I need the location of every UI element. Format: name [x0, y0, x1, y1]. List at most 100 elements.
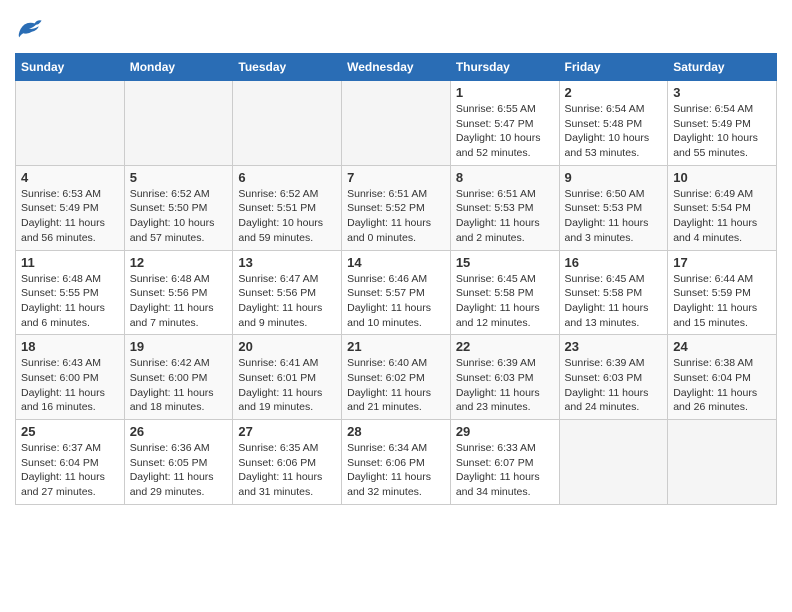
table-row: 10Sunrise: 6:49 AMSunset: 5:54 PMDayligh…	[668, 165, 777, 250]
day-number: 10	[673, 170, 771, 185]
table-row: 15 Sunrise: 6:45 AMSunset: 5:58 PMDayligh…	[450, 250, 559, 335]
table-row: 22 Sunrise: 6:39 AMSunset: 6:03 PMDayligh…	[450, 335, 559, 420]
day-number: 12	[130, 255, 228, 270]
table-row	[16, 81, 125, 166]
table-row: 9 Sunrise: 6:50 AMSunset: 5:53 PMDaylight…	[559, 165, 668, 250]
day-info: Sunrise: 6:45 AMSunset: 5:58 PMDaylight:…	[456, 272, 554, 331]
day-number: 9	[565, 170, 663, 185]
day-info: Sunrise: 6:52 AMSunset: 5:51 PMDaylight:…	[238, 187, 336, 246]
day-info: Sunrise: 6:54 AMSunset: 5:49 PMDaylight:…	[673, 102, 771, 161]
day-info: Sunrise: 6:42 AMSunset: 6:00 PMDaylight:…	[130, 356, 228, 415]
table-row: 24 Sunrise: 6:38 AMSunset: 6:04 PMDayligh…	[668, 335, 777, 420]
day-info: Sunrise: 6:34 AMSunset: 6:06 PMDaylight:…	[347, 441, 445, 500]
day-number: 8	[456, 170, 554, 185]
day-info: Sunrise: 6:51 AMSunset: 5:53 PMDaylight:…	[456, 187, 554, 246]
day-number: 23	[565, 339, 663, 354]
table-row: 26 Sunrise: 6:36 AMSunset: 6:05 PMDayligh…	[124, 420, 233, 505]
table-row: 4 Sunrise: 6:53 AMSunset: 5:49 PMDaylight…	[16, 165, 125, 250]
day-info: Sunrise: 6:48 AMSunset: 5:55 PMDaylight:…	[21, 272, 119, 331]
day-number: 13	[238, 255, 336, 270]
table-row	[668, 420, 777, 505]
day-info: Sunrise: 6:53 AMSunset: 5:49 PMDaylight:…	[21, 187, 119, 246]
day-number: 19	[130, 339, 228, 354]
day-number: 21	[347, 339, 445, 354]
day-number: 29	[456, 424, 554, 439]
day-number: 3	[673, 85, 771, 100]
col-header-tuesday: Tuesday	[233, 54, 342, 81]
col-header-thursday: Thursday	[450, 54, 559, 81]
day-number: 2	[565, 85, 663, 100]
day-number: 1	[456, 85, 554, 100]
day-number: 11	[21, 255, 119, 270]
table-row: 23 Sunrise: 6:39 AMSunset: 6:03 PMDayligh…	[559, 335, 668, 420]
day-info: Sunrise: 6:41 AMSunset: 6:01 PMDaylight:…	[238, 356, 336, 415]
day-info: Sunrise: 6:36 AMSunset: 6:05 PMDaylight:…	[130, 441, 228, 500]
day-info: Sunrise: 6:47 AMSunset: 5:56 PMDaylight:…	[238, 272, 336, 331]
day-info: Sunrise: 6:51 AMSunset: 5:52 PMDaylight:…	[347, 187, 445, 246]
page-header	[15, 15, 777, 43]
day-info: Sunrise: 6:45 AMSunset: 5:58 PMDaylight:…	[565, 272, 663, 331]
table-row: 14 Sunrise: 6:46 AMSunset: 5:57 PMDayligh…	[342, 250, 451, 335]
col-header-monday: Monday	[124, 54, 233, 81]
day-info: Sunrise: 6:54 AMSunset: 5:48 PMDaylight:…	[565, 102, 663, 161]
day-number: 20	[238, 339, 336, 354]
calendar-table: SundayMondayTuesdayWednesdayThursdayFrid…	[15, 53, 777, 505]
day-info: Sunrise: 6:43 AMSunset: 6:00 PMDaylight:…	[21, 356, 119, 415]
day-info: Sunrise: 6:35 AMSunset: 6:06 PMDaylight:…	[238, 441, 336, 500]
table-row: 5 Sunrise: 6:52 AMSunset: 5:50 PMDaylight…	[124, 165, 233, 250]
day-number: 28	[347, 424, 445, 439]
day-number: 14	[347, 255, 445, 270]
day-info: Sunrise: 6:39 AMSunset: 6:03 PMDaylight:…	[565, 356, 663, 415]
day-info: Sunrise: 6:52 AMSunset: 5:50 PMDaylight:…	[130, 187, 228, 246]
table-row: 12 Sunrise: 6:48 AMSunset: 5:56 PMDayligh…	[124, 250, 233, 335]
day-info: Sunrise: 6:46 AMSunset: 5:57 PMDaylight:…	[347, 272, 445, 331]
day-number: 6	[238, 170, 336, 185]
logo-bird-icon	[15, 15, 43, 43]
col-header-saturday: Saturday	[668, 54, 777, 81]
day-number: 24	[673, 339, 771, 354]
day-number: 22	[456, 339, 554, 354]
table-row: 25 Sunrise: 6:37 AMSunset: 6:04 PMDayligh…	[16, 420, 125, 505]
day-info: Sunrise: 6:48 AMSunset: 5:56 PMDaylight:…	[130, 272, 228, 331]
table-row: 3 Sunrise: 6:54 AMSunset: 5:49 PMDaylight…	[668, 81, 777, 166]
day-number: 27	[238, 424, 336, 439]
day-info: Sunrise: 6:40 AMSunset: 6:02 PMDaylight:…	[347, 356, 445, 415]
day-info: Sunrise: 6:50 AMSunset: 5:53 PMDaylight:…	[565, 187, 663, 246]
table-row: 7 Sunrise: 6:51 AMSunset: 5:52 PMDaylight…	[342, 165, 451, 250]
day-number: 15	[456, 255, 554, 270]
day-number: 25	[21, 424, 119, 439]
table-row: 19 Sunrise: 6:42 AMSunset: 6:00 PMDayligh…	[124, 335, 233, 420]
day-info: Sunrise: 6:55 AMSunset: 5:47 PMDaylight:…	[456, 102, 554, 161]
table-row: 20 Sunrise: 6:41 AMSunset: 6:01 PMDayligh…	[233, 335, 342, 420]
table-row: 18 Sunrise: 6:43 AMSunset: 6:00 PMDayligh…	[16, 335, 125, 420]
table-row: 16Sunrise: 6:45 AMSunset: 5:58 PMDayligh…	[559, 250, 668, 335]
table-row: 13 Sunrise: 6:47 AMSunset: 5:56 PMDayligh…	[233, 250, 342, 335]
day-number: 17	[673, 255, 771, 270]
day-number: 26	[130, 424, 228, 439]
day-info: Sunrise: 6:39 AMSunset: 6:03 PMDaylight:…	[456, 356, 554, 415]
table-row: 28 Sunrise: 6:34 AMSunset: 6:06 PMDayligh…	[342, 420, 451, 505]
week-row-4: 18 Sunrise: 6:43 AMSunset: 6:00 PMDayligh…	[16, 335, 777, 420]
day-info: Sunrise: 6:38 AMSunset: 6:04 PMDaylight:…	[673, 356, 771, 415]
table-row: 2 Sunrise: 6:54 AMSunset: 5:48 PMDaylight…	[559, 81, 668, 166]
week-row-3: 11 Sunrise: 6:48 AMSunset: 5:55 PMDayligh…	[16, 250, 777, 335]
col-header-wednesday: Wednesday	[342, 54, 451, 81]
table-row	[124, 81, 233, 166]
week-row-2: 4 Sunrise: 6:53 AMSunset: 5:49 PMDaylight…	[16, 165, 777, 250]
col-header-friday: Friday	[559, 54, 668, 81]
header-row: SundayMondayTuesdayWednesdayThursdayFrid…	[16, 54, 777, 81]
table-row	[342, 81, 451, 166]
week-row-1: 1 Sunrise: 6:55 AMSunset: 5:47 PMDaylight…	[16, 81, 777, 166]
day-info: Sunrise: 6:37 AMSunset: 6:04 PMDaylight:…	[21, 441, 119, 500]
day-number: 5	[130, 170, 228, 185]
table-row: 1 Sunrise: 6:55 AMSunset: 5:47 PMDaylight…	[450, 81, 559, 166]
table-row	[559, 420, 668, 505]
day-number: 4	[21, 170, 119, 185]
day-info: Sunrise: 6:44 AMSunset: 5:59 PMDaylight:…	[673, 272, 771, 331]
table-row: 11 Sunrise: 6:48 AMSunset: 5:55 PMDayligh…	[16, 250, 125, 335]
day-info: Sunrise: 6:33 AMSunset: 6:07 PMDaylight:…	[456, 441, 554, 500]
day-number: 7	[347, 170, 445, 185]
table-row: 29 Sunrise: 6:33 AMSunset: 6:07 PMDayligh…	[450, 420, 559, 505]
day-number: 18	[21, 339, 119, 354]
table-row: 17 Sunrise: 6:44 AMSunset: 5:59 PMDayligh…	[668, 250, 777, 335]
